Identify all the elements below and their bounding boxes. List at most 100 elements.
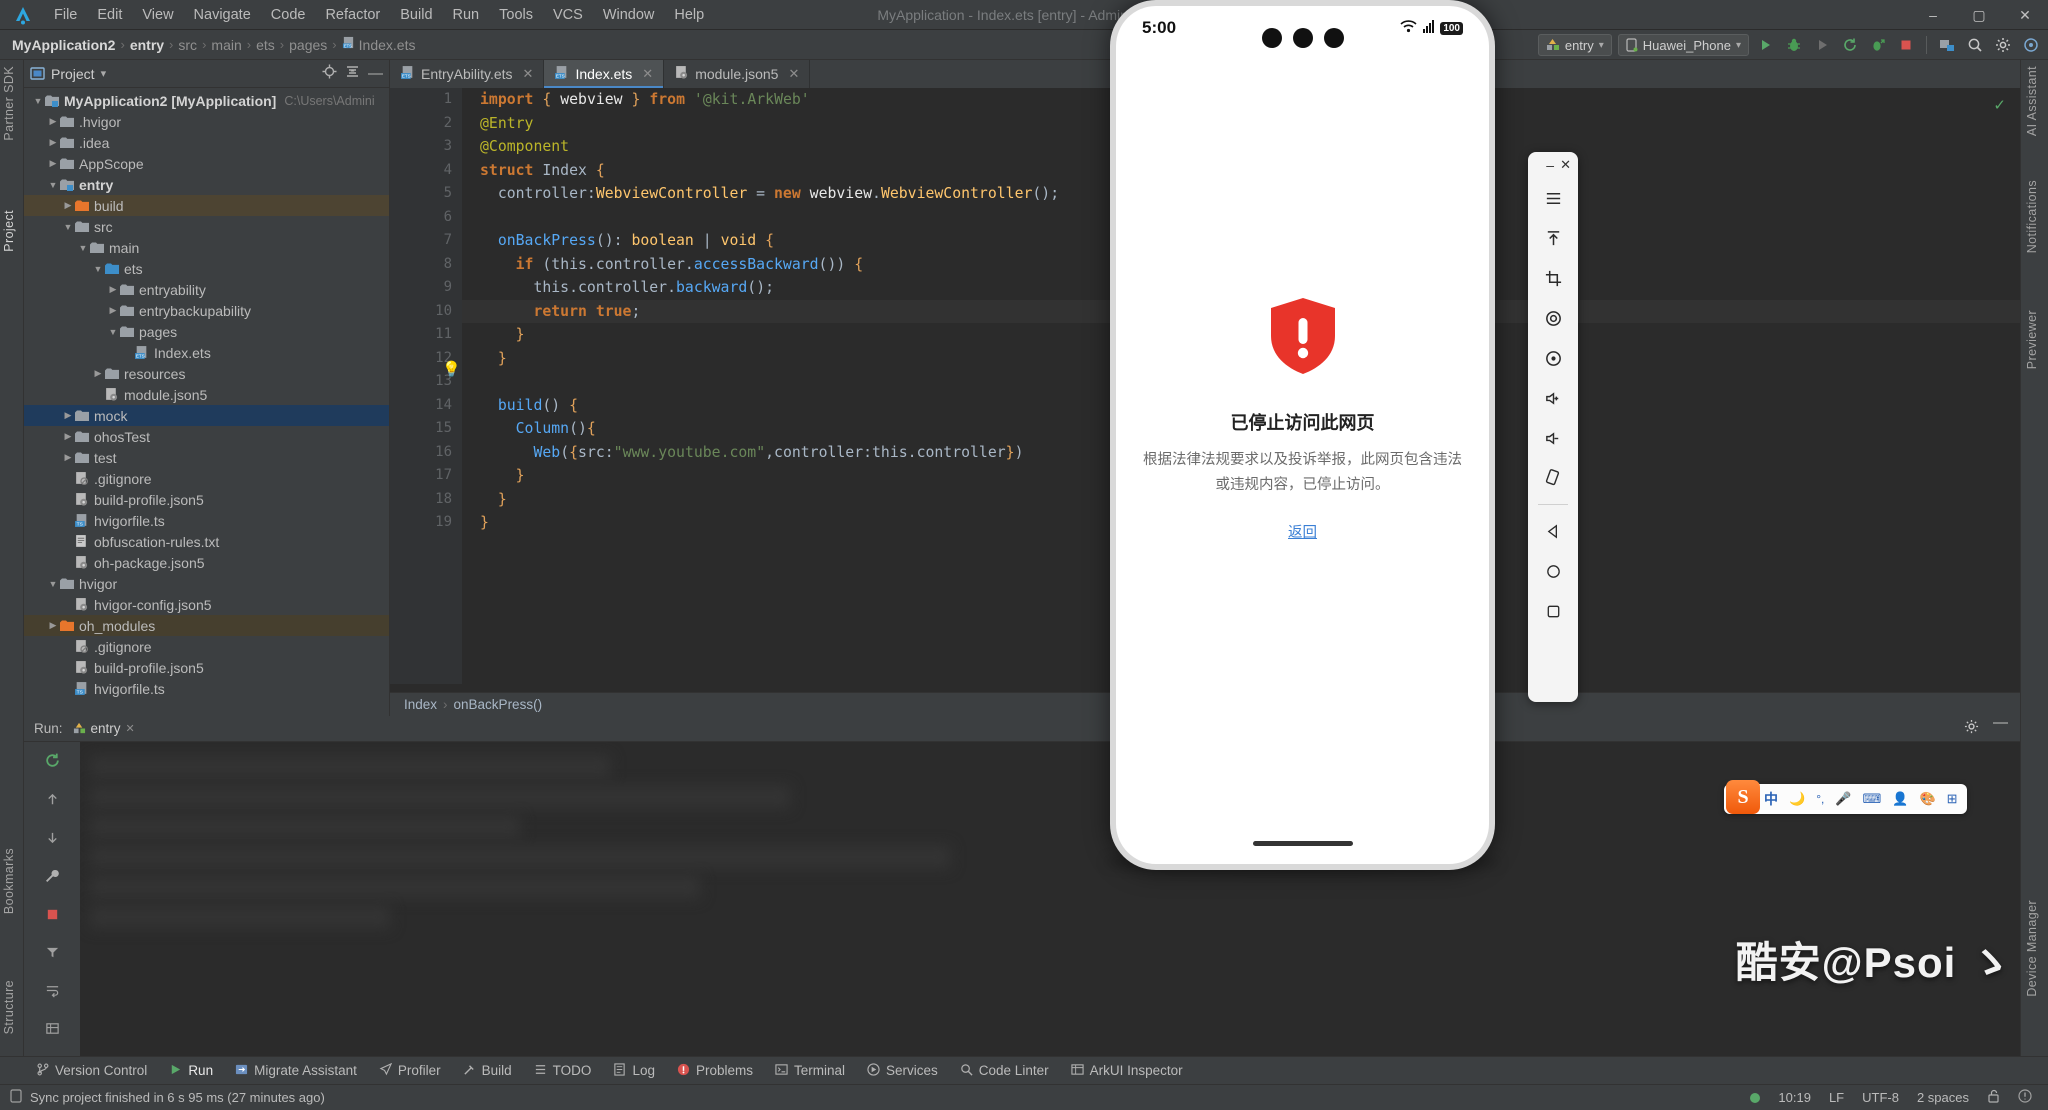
bottom-tool-problems[interactable]: Problems [667,1059,763,1083]
tree-item-entry[interactable]: ▼ entry [24,174,389,195]
menu-icon[interactable] [1536,178,1570,218]
menu-item-vcs[interactable]: VCS [543,4,593,26]
tree-item-obfuscation-rules-txt[interactable]: obfuscation-rules.txt [24,531,389,552]
tree-item-entryability[interactable]: ▶ entryability [24,279,389,300]
tree-item-hvigorfile-ts[interactable]: TS hvigorfile.ts [24,510,389,531]
bottom-tool-arkui-inspector[interactable]: ArkUI Inspector [1061,1059,1193,1083]
chevron-right-icon[interactable]: ▶ [47,137,59,148]
menu-item-refactor[interactable]: Refactor [315,4,390,26]
tree-item-pages[interactable]: ▼ pages [24,321,389,342]
tree-item--idea[interactable]: ▶ .idea [24,132,389,153]
tree-item-hvigor-config-json5[interactable]: hvigor-config.json5 [24,594,389,615]
chevron-right-icon[interactable]: ▶ [47,620,59,631]
close-button[interactable]: ✕ [2002,0,2048,30]
chevron-down-icon[interactable]: ▼ [47,180,59,190]
run-config-tab[interactable]: entry ✕ [73,721,135,736]
soft-wrap-icon[interactable] [45,983,60,1003]
locate-icon[interactable] [322,64,337,84]
location-icon[interactable] [1536,338,1570,378]
apps-icon[interactable]: ⊞ [1947,791,1958,807]
breadcrumb-item-myapplication2[interactable]: MyApplication2 [8,37,119,53]
status-indent[interactable]: 2 spaces [1917,1090,1969,1105]
device-selector[interactable]: Huawei_Phone ▾ [1617,34,1749,56]
filter-icon[interactable] [45,945,60,965]
close-icon[interactable]: ✕ [523,66,534,82]
back-link[interactable]: 返回 [1288,521,1317,542]
chevron-down-icon[interactable]: ▼ [92,264,104,274]
right-tab-ai-assistant[interactable]: AI Assistant [2025,66,2045,136]
tree-item--gitignore[interactable]: .gitignore [24,636,389,657]
menu-item-file[interactable]: File [44,4,87,26]
assistant-icon[interactable] [2020,34,2042,56]
rerun-icon[interactable] [1839,34,1861,56]
chevron-down-icon[interactable]: ▼ [62,222,74,232]
stop-icon[interactable] [45,907,60,927]
status-time[interactable]: 10:19 [1778,1090,1811,1105]
volume-up-icon[interactable] [1536,378,1570,418]
chevron-right-icon[interactable]: ▶ [107,305,119,316]
chevron-down-icon[interactable]: ▼ [47,579,59,589]
home-indicator[interactable] [1252,841,1353,846]
ime-logo-icon[interactable]: S [1726,780,1760,814]
bottom-tool-services[interactable]: Services [857,1059,948,1083]
moon-icon[interactable]: 🌙 [1789,791,1805,807]
left-tab-structure[interactable]: Structure [2,980,22,1034]
right-tab-device-manager[interactable]: Device Manager [2025,900,2045,997]
rotate-icon[interactable] [1536,458,1570,498]
breadcrumb-item-entry[interactable]: entry [126,37,168,53]
tree-item-resources[interactable]: ▶ resources [24,363,389,384]
chevron-right-icon[interactable]: ▶ [62,452,74,463]
tree-item-src[interactable]: ▼ src [24,216,389,237]
status-encoding[interactable]: UTF-8 [1862,1090,1899,1105]
back-triangle-icon[interactable] [1536,511,1570,551]
breadcrumb-item-main[interactable]: main [207,37,245,53]
menu-item-help[interactable]: Help [664,4,714,26]
collapse-all-icon[interactable] [345,64,360,84]
settings-icon[interactable] [1992,34,2014,56]
chevron-down-icon[interactable]: ▾ [101,67,107,80]
breadcrumb-item-pages[interactable]: pages [285,37,331,53]
menu-item-tools[interactable]: Tools [489,4,543,26]
editor-breadcrumb-method[interactable]: onBackPress() [454,697,543,712]
phone-mirror-window[interactable]: 5:00 100 已停止访问此网页 根据法律法规要求以及投诉举报，此网页包含违法… [1110,0,1495,870]
close-icon[interactable]: ✕ [126,722,135,735]
breadcrumb-item-src[interactable]: src [174,37,201,53]
record-icon[interactable] [1536,298,1570,338]
user-icon[interactable]: 👤 [1892,791,1908,807]
profile-icon[interactable] [1867,34,1889,56]
bottom-tool-todo[interactable]: TODO [524,1059,602,1083]
tree-item-entrybackupability[interactable]: ▶ entrybackupability [24,300,389,321]
right-tab-previewer[interactable]: Previewer [2025,310,2045,369]
microphone-icon[interactable]: 🎤 [1835,791,1851,807]
tree-item-build-profile-json5[interactable]: build-profile.json5 [24,657,389,678]
editor-tab-module-json5[interactable]: module.json5 ✕ [664,60,811,88]
right-tab-notifications[interactable]: Notifications [2025,180,2045,253]
table-icon[interactable] [45,1021,60,1041]
volume-down-icon[interactable] [1536,418,1570,458]
recents-square-icon[interactable] [1536,591,1570,631]
editor-tab-entryability-ets[interactable]: ETS EntryAbility.ets ✕ [390,60,545,88]
tree-item-build[interactable]: ▶ build [24,195,389,216]
tree-item-oh-package-json5[interactable]: oh-package.json5 [24,552,389,573]
lock-icon[interactable] [1987,1089,2000,1106]
rerun-icon[interactable] [44,752,61,774]
tree-item-appscope[interactable]: ▶ AppScope [24,153,389,174]
bottom-tool-terminal[interactable]: Terminal [765,1059,855,1083]
menu-item-navigate[interactable]: Navigate [184,4,261,26]
menu-item-code[interactable]: Code [261,4,316,26]
tree-item-oh-modules[interactable]: ▶ oh_modules [24,615,389,636]
gear-icon[interactable] [1964,719,1979,739]
close-icon[interactable]: ✕ [788,66,799,82]
close-icon[interactable]: ✕ [642,66,653,82]
tree-item-main[interactable]: ▼ main [24,237,389,258]
device-bar-close-button[interactable]: ✕ [1560,157,1571,173]
debug-icon[interactable] [1783,34,1805,56]
left-tab-partner-sdk[interactable]: Partner SDK [2,66,22,141]
breadcrumb-item-index-ets[interactable]: Index.ets [355,37,420,53]
menu-item-view[interactable]: View [132,4,183,26]
intention-bulb-icon[interactable]: 💡 [442,360,461,378]
chevron-down-icon[interactable]: ▼ [77,243,89,253]
menu-item-run[interactable]: Run [443,4,490,26]
bottom-tool-run[interactable]: Run [159,1059,223,1083]
tree-item-hvigorfile-ts[interactable]: TS hvigorfile.ts [24,678,389,699]
